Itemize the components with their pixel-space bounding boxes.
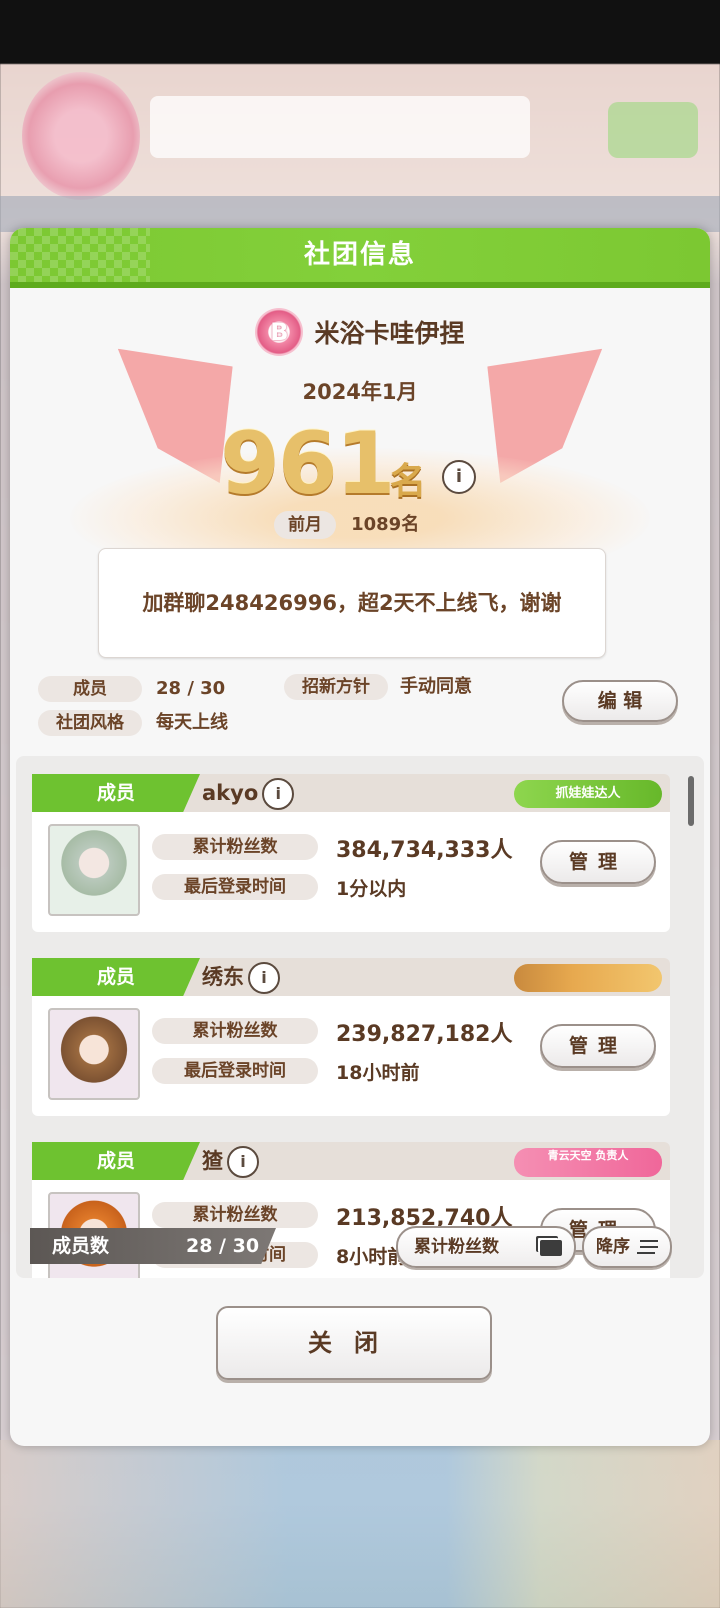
- member-info-icon[interactable]: i: [248, 962, 280, 994]
- member-role-tag: 成员: [32, 958, 200, 996]
- prev-value: 1089名: [351, 514, 420, 535]
- login-label: 最后登录时间: [152, 1058, 318, 1084]
- sort-order-icon: [640, 1240, 658, 1242]
- dialog-header: 社团信息: [10, 228, 710, 288]
- manage-button[interactable]: 管理: [540, 1024, 656, 1068]
- member-name-text: 绣东: [202, 965, 244, 989]
- member-name: 绣东 i: [202, 958, 280, 996]
- member-card-header: 成员 绣东 i: [32, 958, 670, 996]
- member-name-text: 猹: [202, 1149, 223, 1173]
- background-green-button: [608, 102, 698, 158]
- manage-button[interactable]: 管理: [540, 840, 656, 884]
- club-info-dialog: 社团信息 B 米浴卡哇伊捏 2024年1月 961 名 i 前月 1089名 加…: [10, 228, 710, 1446]
- close-button[interactable]: 关闭: [216, 1306, 492, 1380]
- member-role-tag: 成员: [32, 774, 200, 812]
- prev-label: 前月: [274, 511, 336, 539]
- member-card-header: 成员 akyo i 抓娃娃达人: [32, 774, 670, 812]
- login-value: 1分以内: [336, 878, 407, 900]
- style-value: 每天上线: [156, 712, 228, 733]
- rank-number: 961: [220, 414, 396, 514]
- members-label: 成员: [38, 676, 142, 702]
- fans-value: 384,734,333人: [336, 838, 513, 863]
- login-value: 18小时前: [336, 1062, 420, 1084]
- rank-month: 2024年1月: [302, 380, 418, 404]
- background-club-emblem: [22, 72, 140, 200]
- info-icon: i: [442, 460, 476, 494]
- rank-unit: 名: [390, 461, 427, 502]
- member-name: 猹i: [202, 1142, 259, 1180]
- rank-info-button[interactable]: i: [442, 460, 476, 494]
- member-count-value: 28 / 30: [186, 1235, 260, 1257]
- club-rank-badge-icon: B: [255, 308, 304, 356]
- policy-value: 手动同意: [400, 676, 472, 697]
- member-title-badge: 抓娃娃达人: [514, 780, 662, 808]
- policy-label: 招新方针: [284, 674, 388, 700]
- sort-order-label: 降序: [596, 1237, 630, 1257]
- fans-label: 累计粉丝数: [152, 1202, 318, 1228]
- member-card-body: 累计粉丝数 384,734,333人 最后登录时间 1分以内 管理: [32, 812, 670, 932]
- member-title-badge: [514, 964, 662, 992]
- fans-label: 累计粉丝数: [152, 1018, 318, 1044]
- member-card: 成员 绣东 i 累计粉丝数 239,827,182人 最后登录时间 18小时前 管…: [32, 958, 670, 1124]
- fans-value: 239,827,182人: [336, 1022, 513, 1047]
- member-info-icon[interactable]: i: [227, 1146, 259, 1178]
- status-bar: [0, 0, 720, 64]
- member-avatar: [48, 824, 140, 916]
- club-notice: 加群聊248426996，超2天不上线飞，谢谢: [98, 548, 606, 658]
- header-stripe: [10, 282, 710, 288]
- login-label: 最后登录时间: [152, 874, 318, 900]
- fans-label: 累计粉丝数: [152, 834, 318, 860]
- member-count-bar: 成员数 28 / 30: [30, 1228, 276, 1264]
- member-name: akyo i: [202, 774, 295, 812]
- edit-button[interactable]: 编 辑: [562, 680, 678, 722]
- sort-switch-icon: [540, 1240, 562, 1256]
- style-label: 社团风格: [38, 710, 142, 736]
- member-count-label: 成员数: [52, 1235, 110, 1257]
- previous-month-rank: 前月 1089名: [274, 510, 420, 539]
- sort-field-label: 累计粉丝数: [414, 1237, 499, 1257]
- background-club-namebar: [150, 96, 530, 158]
- sort-field-button[interactable]: 累计粉丝数: [396, 1226, 576, 1268]
- club-title-row: B 米浴卡哇伊捏: [10, 308, 710, 356]
- member-card: 成员 akyo i 抓娃娃达人 累计粉丝数 384,734,333人 最后登录时间…: [32, 774, 670, 940]
- member-name-text: akyo: [202, 781, 259, 805]
- member-card-body: 累计粉丝数 239,827,182人 最后登录时间 18小时前 管理: [32, 996, 670, 1116]
- member-info-icon[interactable]: i: [262, 778, 295, 810]
- background-bottom-nav: [0, 1440, 720, 1608]
- members-scrollbar[interactable]: [688, 776, 694, 826]
- member-role-tag: 成员: [32, 1142, 200, 1180]
- members-value: 28 / 30: [156, 678, 226, 699]
- member-avatar: [48, 1008, 140, 1100]
- member-card-header: 成员 猹i 青云天空 负责人: [32, 1142, 670, 1180]
- members-list[interactable]: 成员 akyo i 抓娃娃达人 累计粉丝数 384,734,333人 最后登录时间…: [16, 756, 704, 1278]
- member-title-badge: 青云天空 负责人: [514, 1148, 662, 1177]
- sort-order-button[interactable]: 降序: [582, 1226, 672, 1268]
- dialog-title: 社团信息: [303, 240, 416, 270]
- background-strip: [0, 196, 720, 232]
- club-name: 米浴卡哇伊捏: [314, 319, 465, 348]
